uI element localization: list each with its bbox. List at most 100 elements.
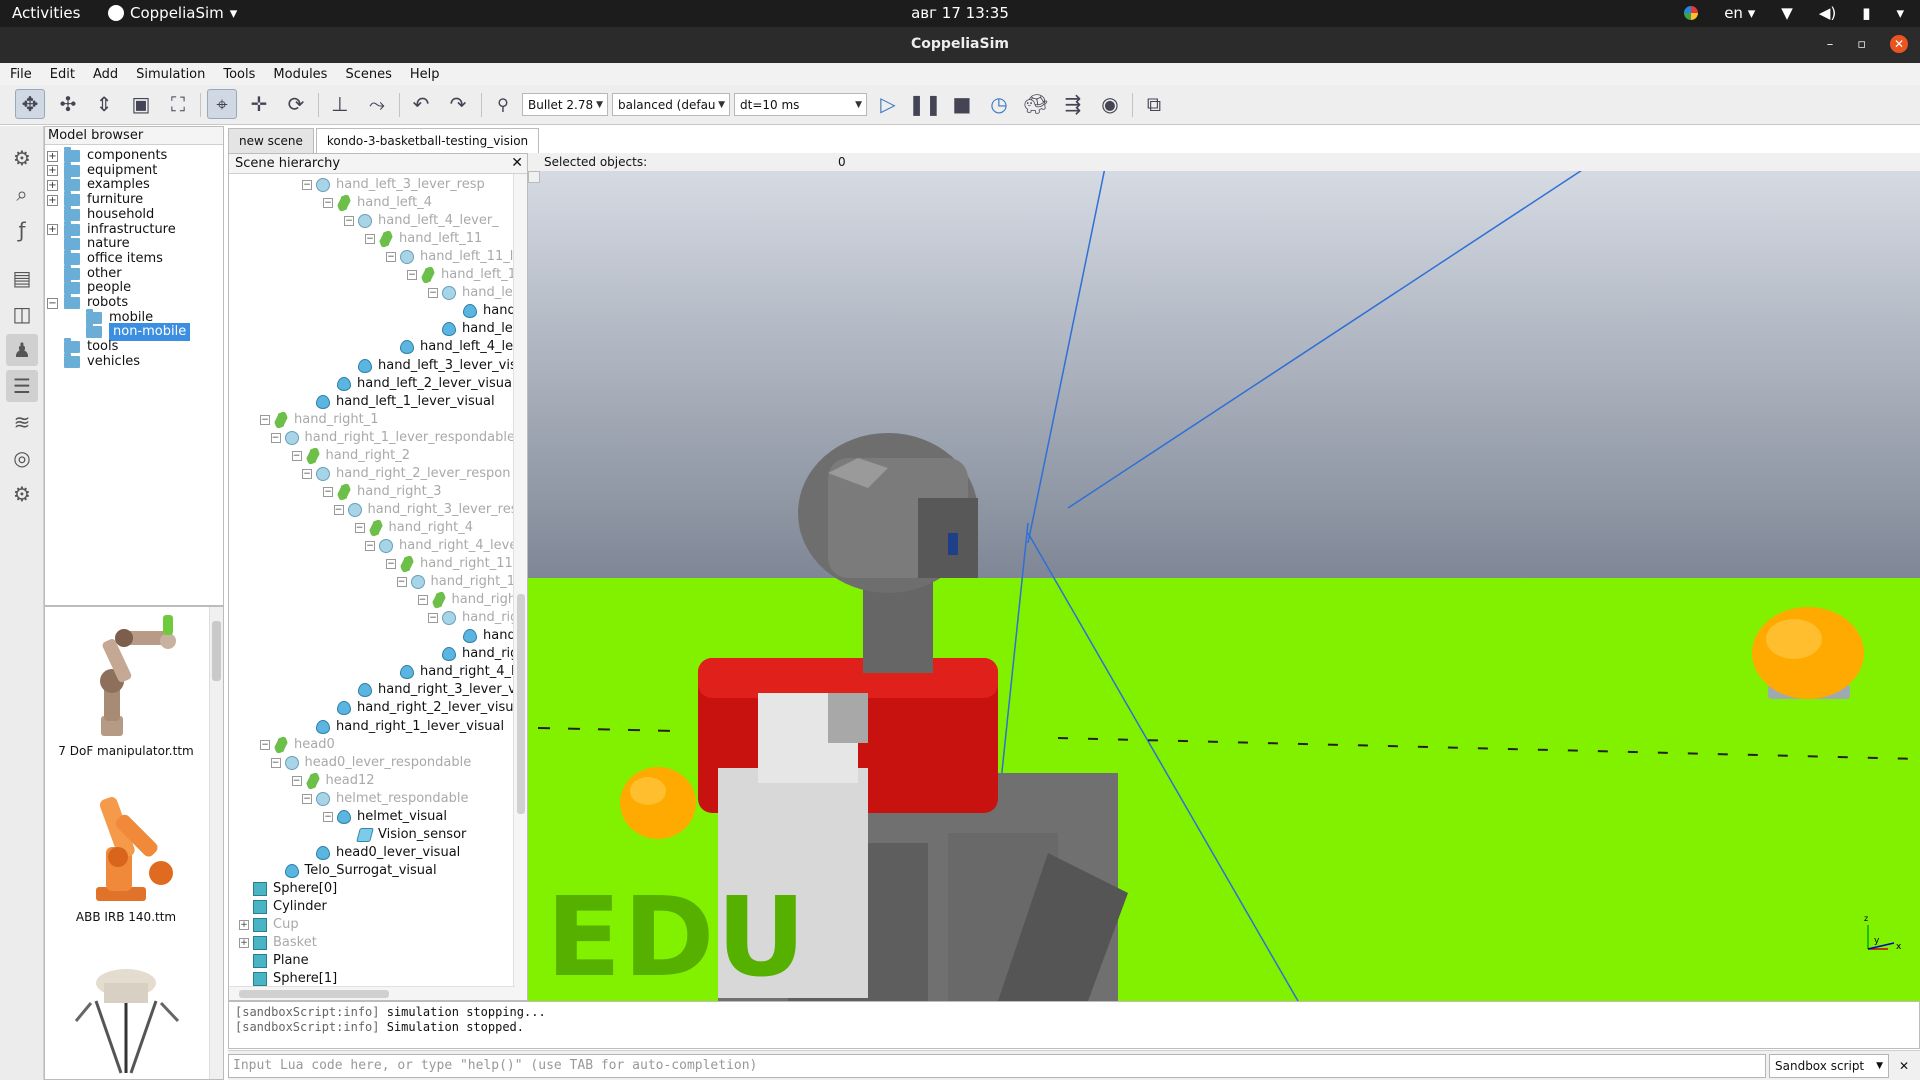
transfer-dna-icon[interactable]: ⤳ (362, 89, 392, 119)
wifi-icon[interactable]: ▼ (1781, 4, 1793, 22)
hierarchy-row[interactable]: − hand_left_3_lever_resp (302, 176, 485, 194)
timestep-select[interactable]: dt=10 ms ▼ (734, 93, 867, 116)
hierarchy-row[interactable]: − hand_right_4_lever (365, 537, 523, 555)
hierarchy-vertical-scrollbar[interactable] (513, 174, 527, 1000)
hierarchy-horizontal-scrollbar[interactable] (229, 986, 515, 1000)
expand-icon[interactable]: − (323, 811, 333, 822)
hierarchy-row[interactable]: − hand_right_11 (386, 555, 513, 574)
hierarchy-row[interactable]: − hand_right_3 (323, 482, 442, 501)
model-browser-icon[interactable]: ♟ (6, 334, 38, 366)
hierarchy-row[interactable]: − hand_right_2_lever_respon (302, 465, 510, 483)
expand-icon[interactable]: − (333, 504, 344, 515)
close-icon[interactable]: ✕ (511, 155, 523, 171)
hierarchy-row[interactable]: − hand_left_13 (407, 266, 524, 285)
chrome-status-icon[interactable] (1684, 6, 1699, 20)
selection-icon[interactable]: ⌕ (6, 178, 38, 210)
expand-icon[interactable]: − (302, 793, 312, 804)
dynamics-toggle-icon[interactable]: ⚲ (488, 89, 518, 119)
hierarchy-row[interactable]: hand_right_4_lev (386, 663, 527, 681)
fit-to-view-icon[interactable]: ⛶ (163, 89, 193, 119)
hierarchy-row[interactable]: − hand_left_11_le (386, 248, 521, 266)
tab-new-scene[interactable]: new scene (228, 128, 314, 153)
hierarchy-row[interactable]: hand_right_1_lever_visual (302, 718, 504, 736)
camera-shift-icon[interactable]: ⇕ (89, 89, 119, 119)
expand-icon[interactable]: + (47, 150, 58, 162)
object-rotate-icon[interactable]: ⟳ (281, 89, 311, 119)
video-recorder-icon[interactable]: ◎ (6, 442, 38, 474)
expand-icon[interactable]: − (302, 180, 312, 190)
hierarchy-row[interactable]: − hand_right_3_lever_res (333, 501, 518, 519)
menu-help[interactable]: Help (410, 67, 440, 82)
thumbnail-delta-robot[interactable] (45, 961, 207, 1080)
realtime-icon[interactable]: ◷ (984, 89, 1014, 119)
click-select-icon[interactable]: ⌖ (207, 89, 237, 119)
expand-icon[interactable]: − (260, 739, 270, 750)
expand-icon[interactable]: − (47, 297, 58, 309)
hierarchy-row[interactable]: − hand_right_1 (260, 410, 379, 429)
hierarchy-row[interactable]: − head0 (260, 735, 335, 754)
undo-icon[interactable]: ↶ (406, 89, 436, 119)
object-shift-icon[interactable]: ✛ (244, 89, 274, 119)
expand-icon[interactable]: − (417, 595, 428, 606)
hierarchy-row[interactable]: − hand_righ (428, 609, 527, 627)
hierarchy-row[interactable]: hand_left_1_lever_visual (302, 393, 495, 411)
expand-icon[interactable]: − (407, 270, 417, 281)
hierarchy-row[interactable]: − head0_lever_respondable (270, 754, 471, 772)
redo-icon[interactable]: ↷ (443, 89, 473, 119)
hierarchy-row[interactable]: − head12 (291, 771, 375, 790)
collections-icon[interactable]: ▤ (6, 262, 38, 294)
stop-icon[interactable]: ■ (947, 89, 977, 119)
expand-icon[interactable]: − (428, 288, 438, 299)
clock[interactable]: авг 17 13:35 (0, 4, 1920, 22)
expand-icon[interactable]: + (239, 938, 249, 949)
scene-hierarchy-icon[interactable]: ☰ (6, 370, 38, 402)
minimize-icon[interactable]: – (1827, 37, 1834, 52)
thumbnails-scrollbar[interactable] (209, 607, 223, 1079)
hierarchy-row[interactable]: − helmet_respondable (302, 790, 468, 808)
menu-simulation[interactable]: Simulation (136, 67, 205, 82)
thumbnail-abb-irb-140[interactable]: ABB IRB 140.ttm (45, 777, 207, 924)
expand-icon[interactable]: − (270, 757, 281, 768)
camera-pan-icon[interactable]: ✥ (15, 89, 45, 119)
tab-kondo-scene[interactable]: kondo-3-basketball-testing_vision (315, 128, 540, 153)
menu-file[interactable]: File (10, 67, 32, 82)
close-icon[interactable]: ✕ (1896, 1058, 1912, 1074)
menu-tools[interactable]: Tools (223, 67, 255, 82)
system-tray[interactable]: en ▾ ▼ ◀) ▮ ▾ (1684, 4, 1904, 22)
hierarchy-row[interactable]: − hand_right_1_lever_respondable (270, 429, 515, 447)
hierarchy-row[interactable]: hand_right_3_lever_v (344, 681, 516, 699)
hierarchy-row[interactable]: + Cup (239, 916, 299, 934)
hierarchy-row[interactable]: − hand_right_4 (354, 518, 473, 537)
menu-edit[interactable]: Edit (50, 67, 75, 82)
expand-icon[interactable]: − (344, 216, 354, 227)
menu-modules[interactable]: Modules (273, 67, 327, 82)
volume-icon[interactable]: ◀) (1819, 4, 1836, 22)
accuracy-select[interactable]: balanced (defau ▼ (612, 93, 730, 116)
expand-icon[interactable]: − (396, 577, 407, 588)
scene-viewport[interactable]: Selected objects: 0 EDU z y x (528, 153, 1920, 1001)
script-select[interactable]: Sandbox script ▼ (1769, 1054, 1889, 1078)
hierarchy-row[interactable]: − hand_right_1 (417, 591, 527, 610)
hierarchy-row[interactable]: Sphere[0] (239, 880, 337, 898)
expand-icon[interactable]: + (47, 194, 58, 206)
expand-icon[interactable]: − (365, 234, 375, 245)
scene-settings-icon[interactable]: ⧉ (1139, 89, 1169, 119)
simulation-settings-icon[interactable]: ⚙ (6, 142, 38, 174)
menu-scenes[interactable]: Scenes (345, 67, 391, 82)
expand-icon[interactable]: − (260, 414, 270, 425)
expand-icon[interactable]: − (365, 541, 375, 551)
hierarchy-row[interactable]: hand_left_4_leve (386, 338, 527, 356)
battery-icon[interactable]: ▮ (1862, 4, 1870, 22)
expand-icon[interactable]: − (270, 432, 281, 443)
model-folder-item[interactable]: vehicles (47, 352, 140, 371)
lua-command-input[interactable]: Input Lua code here, or type "help()" (u… (228, 1054, 1766, 1078)
hierarchy-row[interactable]: − hand_right_2 (291, 446, 410, 465)
expand-icon[interactable]: + (239, 920, 249, 931)
calculation-modules-icon[interactable]: ƒ (6, 214, 38, 246)
hierarchy-row[interactable]: + Basket (239, 934, 317, 952)
speed-up-icon[interactable]: ⇶ (1058, 89, 1088, 119)
language-indicator[interactable]: en ▾ (1724, 4, 1755, 22)
viewport-corner-button[interactable] (528, 171, 540, 183)
hierarchy-row[interactable]: − hand_left_11 (365, 230, 482, 249)
hierarchy-row[interactable]: − helmet_visual (323, 808, 447, 826)
